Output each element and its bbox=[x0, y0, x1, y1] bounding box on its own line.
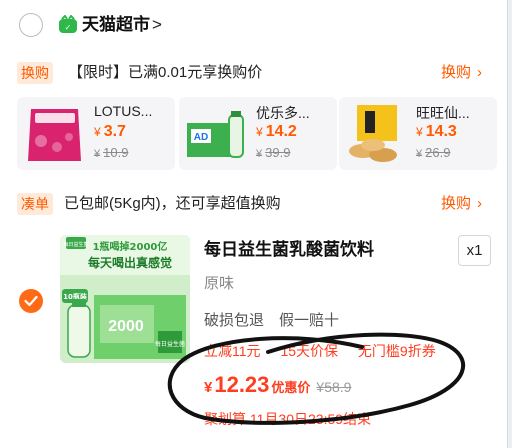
swap-item-orig-value: 26.9 bbox=[425, 145, 451, 160]
promo-tag: 立减11元 bbox=[204, 343, 261, 359]
swap-link-label[interactable]: 换购 bbox=[441, 64, 471, 81]
swap-item-name: 旺旺仙... bbox=[416, 105, 470, 121]
promo-tags: 立减11元 15天价保 无门槛9折券 bbox=[204, 339, 452, 363]
swap-item-orig-price: ¥39.9 bbox=[256, 145, 290, 160]
chevron-right-icon: › bbox=[477, 195, 483, 212]
swap-link[interactable]: 换购 › bbox=[441, 61, 482, 85]
swap-promo-text: 【限时】已满0.01元享换购价 bbox=[68, 64, 263, 81]
swap-item-price: ¥14.3 bbox=[416, 123, 457, 141]
swap-item-orig-currency: ¥ bbox=[416, 148, 423, 160]
swap-item-price: ¥3.7 bbox=[94, 123, 126, 141]
promo-tag: 无门槛9折券 bbox=[357, 343, 436, 359]
swap-item-name: 优乐多... bbox=[256, 105, 310, 121]
svg-text:✓: ✓ bbox=[65, 23, 72, 32]
original-price: ¥58.9 bbox=[316, 379, 352, 395]
swap-item-orig-value: 39.9 bbox=[265, 145, 291, 160]
svg-text:AD: AD bbox=[194, 132, 208, 143]
bundle-swap-link[interactable]: 换购 › bbox=[441, 192, 482, 216]
deal-deadline: 聚划算 11月30日23:59结束 bbox=[204, 411, 372, 427]
promo-tag: 15天价保 bbox=[280, 343, 339, 359]
product-image[interactable]: 1瓶喝掉2000亿 每天喝出真感觉 每日益生菌 10瓶装 2000 每日益生菌 bbox=[60, 235, 190, 363]
bundle-promo-text: 已包邮(5Kg内)，还可享超值换购 bbox=[64, 195, 281, 212]
store-logo-icon: ✓ bbox=[59, 15, 77, 33]
probiotic-drink-image: 1瓶喝掉2000亿 每天喝出真感觉 每日益生菌 10瓶装 2000 每日益生菌 bbox=[60, 235, 190, 363]
bundle-link-label[interactable]: 换购 bbox=[441, 195, 471, 212]
swap-item-orig-price: ¥10.9 bbox=[94, 145, 128, 160]
swap-item-price-value: 14.2 bbox=[265, 123, 297, 140]
product-title[interactable]: 每日益生菌乳酸菌饮料 bbox=[204, 238, 374, 262]
check-icon bbox=[24, 295, 38, 307]
swap-item-price: ¥14.2 bbox=[256, 123, 297, 141]
price-row: ¥12.23 优惠价 ¥58.9 bbox=[204, 370, 351, 403]
product-select-radio[interactable] bbox=[19, 289, 43, 313]
store-name[interactable]: 天猫超市 bbox=[82, 13, 150, 37]
service-guarantee: 破损包退 假一赔十 bbox=[204, 312, 340, 329]
quantity-button[interactable]: x1 bbox=[458, 235, 491, 266]
image-brand-label: 每日益生菌 bbox=[63, 241, 88, 248]
price-tag: 优惠价 bbox=[271, 380, 311, 395]
rice-cracker-image bbox=[343, 101, 410, 166]
swap-item-currency: ¥ bbox=[416, 125, 423, 139]
swap-item-orig-currency: ¥ bbox=[94, 148, 101, 160]
swap-item-price-value: 3.7 bbox=[103, 123, 126, 140]
swap-badge: 换购 bbox=[17, 62, 53, 84]
image-pack-number: 2000 bbox=[108, 318, 144, 335]
bundle-badge: 凑单 bbox=[17, 193, 53, 215]
chevron-right-icon: › bbox=[477, 64, 483, 81]
image-slogan-2: 每天喝出真感觉 bbox=[88, 255, 172, 270]
lotus-biscuit-image bbox=[21, 101, 88, 166]
swap-item-currency: ¥ bbox=[256, 125, 263, 139]
store-select-radio[interactable] bbox=[19, 13, 43, 37]
store-chevron-icon[interactable]: > bbox=[152, 13, 162, 37]
swap-item[interactable]: 旺旺仙... ¥14.3 ¥26.9 bbox=[339, 97, 497, 170]
image-box-brand: 每日益生菌 bbox=[155, 340, 185, 348]
price-currency: ¥ bbox=[204, 379, 213, 396]
product-variant[interactable]: 原味 bbox=[204, 272, 234, 296]
swap-item-orig-currency: ¥ bbox=[256, 148, 263, 160]
swap-item[interactable]: LOTUS... ¥3.7 ¥10.9 bbox=[17, 97, 175, 170]
swap-item-orig-price: ¥26.9 bbox=[416, 145, 450, 160]
swap-item-currency: ¥ bbox=[94, 125, 101, 139]
yogurt-drink-image: AD bbox=[183, 101, 250, 166]
swap-item-name: LOTUS... bbox=[94, 103, 153, 119]
price-value: 12.23 bbox=[214, 372, 270, 397]
swap-item[interactable]: AD 优乐多... ¥14.2 ¥39.9 bbox=[179, 97, 337, 170]
swap-item-orig-value: 10.9 bbox=[103, 145, 129, 160]
image-slogan-1: 1瓶喝掉2000亿 bbox=[93, 240, 168, 253]
cart-store-card: ✓ 天猫超市 > 换购 【限时】已满0.01元享换购价 换购 › LOTUS...… bbox=[0, 0, 508, 448]
swap-item-price-value: 14.3 bbox=[425, 123, 457, 140]
